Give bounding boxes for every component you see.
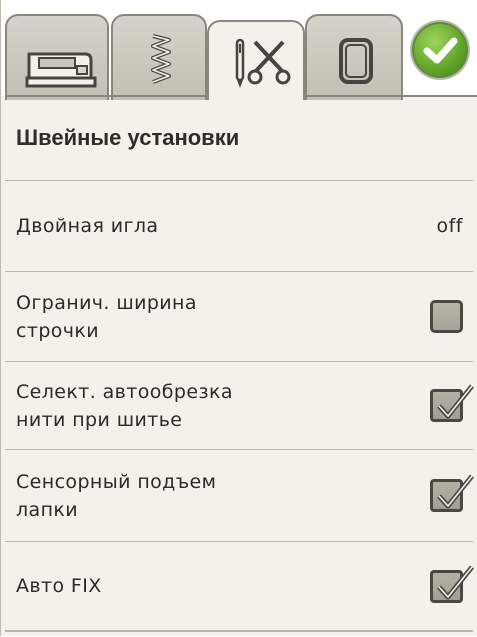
page-title: Швейные установки (16, 125, 240, 150)
needle-scissors-icon (235, 38, 291, 88)
width-limit-checkbox[interactable] (430, 300, 463, 333)
ok-button[interactable] (412, 22, 468, 78)
sewing-machine-icon (25, 52, 97, 88)
tab-stitch[interactable] (111, 14, 207, 100)
auto-fix-checkbox[interactable] (430, 564, 474, 603)
sensor-foot-lift-checkbox[interactable] (430, 474, 474, 512)
setting-label: Двойная игла (16, 215, 159, 237)
check-mark-icon (437, 474, 474, 509)
panel-bottom-border (5, 630, 473, 632)
sewing-settings-screen: Швейные установки Двойная игла off Огран… (0, 0, 477, 636)
setting-label: Сенсорный подъем лапки (16, 470, 217, 521)
checkmark-icon (423, 37, 458, 64)
tab-bar (1, 0, 477, 100)
tab-embroidery[interactable] (305, 14, 403, 100)
tab-sewing-settings[interactable] (207, 20, 305, 100)
setting-row-sensor-foot-lift[interactable]: Сенсорный подъем лапки (5, 449, 474, 541)
tab-sewing-machine[interactable] (5, 14, 109, 100)
auto-thread-cut-checkbox[interactable] (430, 384, 474, 422)
embroidery-hoop-icon (339, 38, 373, 84)
setting-row-auto-fix[interactable]: Авто FIX (5, 541, 474, 630)
check-mark-icon (437, 564, 474, 599)
setting-row-twin-needle[interactable]: Двойная игла off (5, 180, 473, 271)
twin-needle-value[interactable]: off (436, 215, 463, 237)
setting-label: Огранич. ширина строчки (16, 291, 197, 342)
zigzag-stitch-icon (151, 34, 171, 84)
setting-label: Авто FIX (16, 575, 102, 597)
setting-label: Селект. автообрезка нити при шитье (16, 380, 233, 431)
check-mark-icon (437, 384, 474, 419)
setting-row-width-limit[interactable]: Огранич. ширина строчки (5, 271, 473, 361)
setting-row-auto-thread-cut[interactable]: Селект. автообрезка нити при шитье (5, 361, 474, 449)
